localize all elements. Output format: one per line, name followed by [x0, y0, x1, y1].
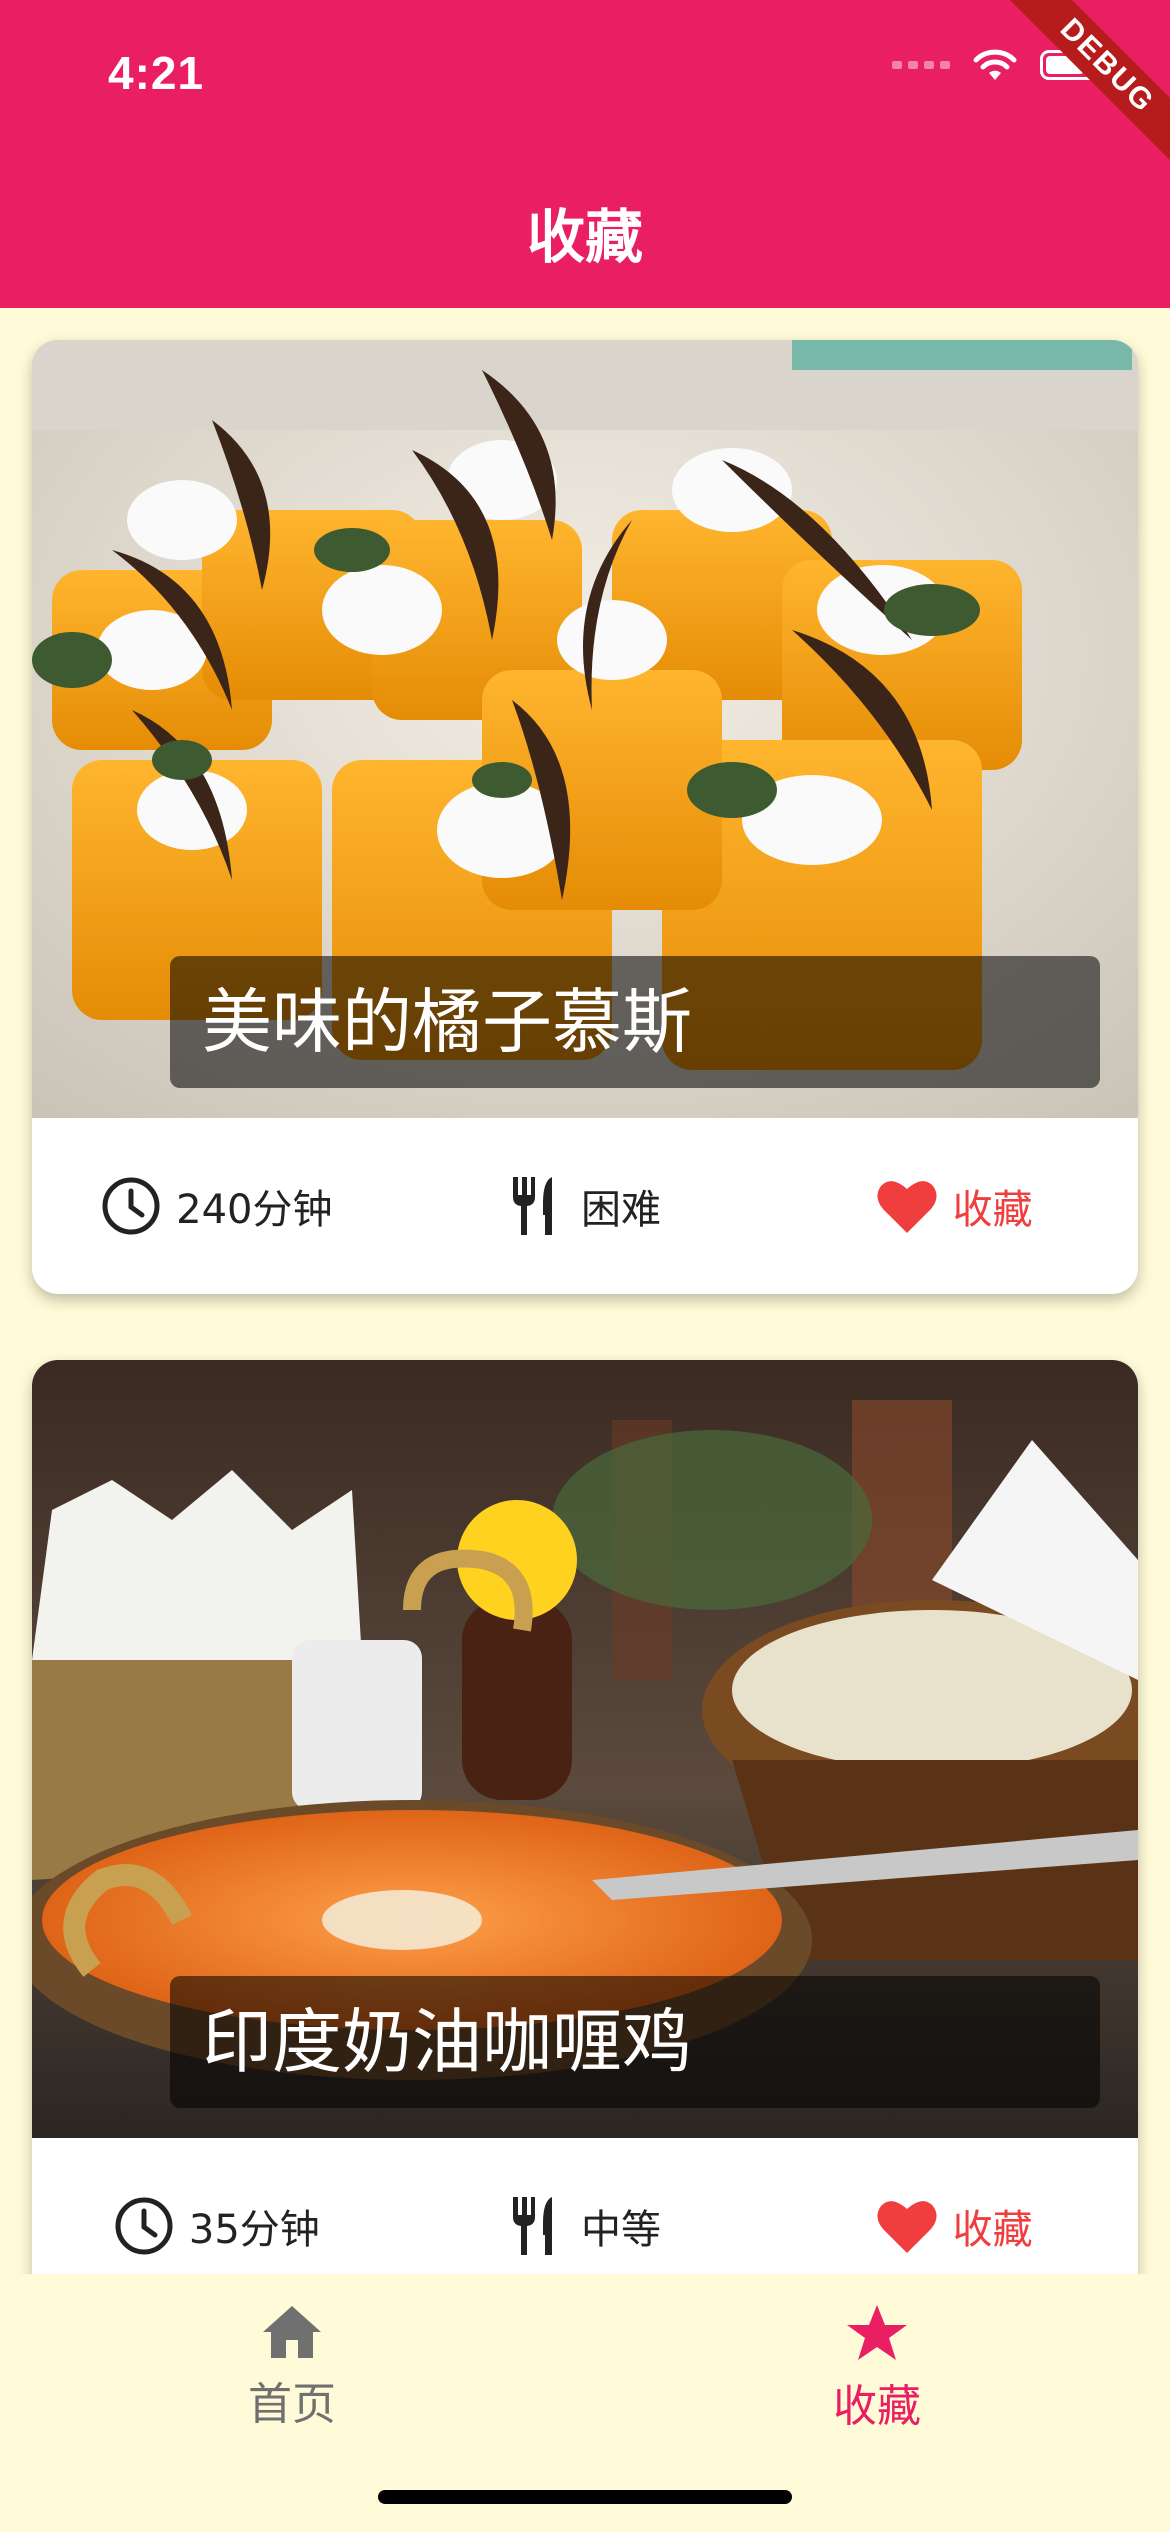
heart-icon — [877, 2201, 937, 2253]
recipe-card[interactable]: 印度奶油咖喱鸡 35分钟 中等 收藏 — [32, 1360, 1138, 2320]
nav-label-home: 首页 — [248, 2379, 336, 2430]
difficulty: 中等 — [401, 2195, 770, 2257]
clock-icon — [102, 1177, 160, 1235]
recipe-card[interactable]: 美味的橘子慕斯 240分钟 困难 收藏 — [32, 340, 1138, 1294]
difficulty-label: 困难 — [581, 1187, 661, 1233]
favorite-label: 收藏 — [952, 2207, 1033, 2253]
difficulty-label: 中等 — [581, 2207, 661, 2253]
duration-label: 240分钟 — [176, 1187, 333, 1233]
home-icon — [263, 2306, 321, 2358]
status-time: 4:21 — [108, 47, 205, 99]
duration-label: 35分钟 — [188, 2207, 320, 2253]
nav-item-favorites[interactable]: 收藏 — [727, 2304, 1027, 2434]
debug-banner: DEBUG — [1003, 0, 1170, 170]
clock-icon — [115, 2197, 173, 2255]
nav-label-favorites: 收藏 — [833, 2381, 921, 2432]
recipe-meta: 240分钟 困难 收藏 — [32, 1118, 1138, 1294]
favorite-button[interactable]: 收藏 — [769, 1177, 1138, 1235]
heart-icon — [877, 1181, 937, 1233]
favorite-label: 收藏 — [952, 1187, 1033, 1233]
star-icon — [847, 2305, 907, 2360]
restaurant-icon — [513, 1177, 552, 1235]
restaurant-icon — [513, 2197, 552, 2255]
recipe-title: 印度奶油咖喱鸡 — [170, 1976, 1100, 2108]
duration: 35分钟 — [32, 2195, 401, 2257]
duration: 240分钟 — [32, 1175, 401, 1237]
home-indicator[interactable] — [378, 2490, 792, 2504]
page-title: 收藏 — [526, 203, 643, 271]
signal-icon — [892, 61, 950, 69]
recipe-photo: 美味的橘子慕斯 — [32, 340, 1138, 1118]
wifi-icon — [973, 49, 1017, 80]
recipe-photo: 印度奶油咖喱鸡 — [32, 1360, 1138, 2138]
app-bar: 4:21 DEBUG 收藏 — [0, 0, 1170, 308]
recipe-title: 美味的橘子慕斯 — [170, 956, 1100, 1088]
difficulty: 困难 — [401, 1175, 770, 1237]
favorite-button[interactable]: 收藏 — [769, 2197, 1138, 2255]
nav-item-home[interactable]: 首页 — [142, 2304, 442, 2432]
